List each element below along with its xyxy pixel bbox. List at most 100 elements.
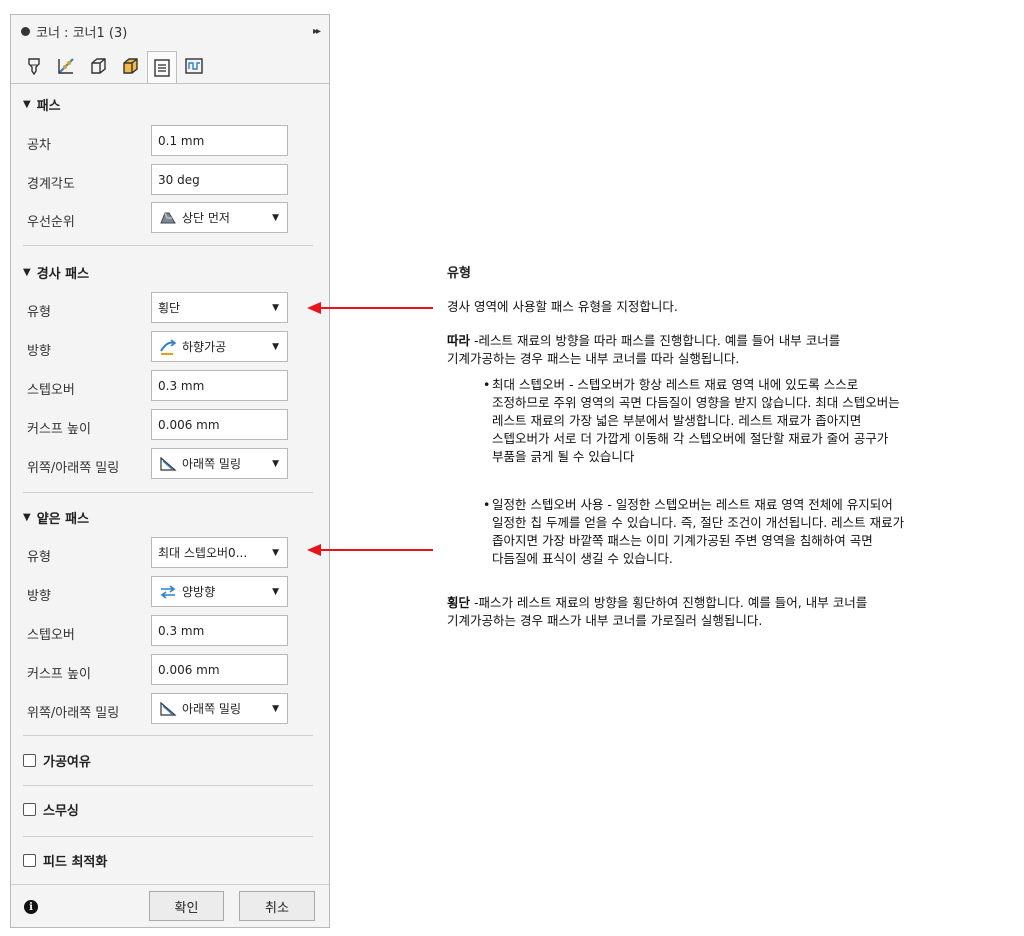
shallow-milling-label: 위쪽/아래쪽 밀링 bbox=[27, 706, 120, 721]
feed-optimization-checkbox[interactable] bbox=[23, 854, 36, 867]
feed-optimization-label: 피드 최적화 bbox=[43, 855, 108, 870]
callout-arrow-steep-type bbox=[307, 302, 433, 314]
down-milling-icon bbox=[160, 701, 177, 716]
boundary-angle-label: 경계각도 bbox=[27, 177, 75, 192]
shallow-stepover-label: 스텝오버 bbox=[27, 628, 75, 643]
down-milling-icon bbox=[160, 456, 177, 471]
tab-heights[interactable] bbox=[83, 51, 113, 81]
shallow-milling-value: 아래쪽 밀링 bbox=[182, 702, 242, 716]
steep-direction-select[interactable]: 하향가공 ▼ bbox=[151, 331, 288, 362]
steep-cusp-input[interactable]: 0.006 mm bbox=[151, 409, 288, 440]
smoothing-label: 스무싱 bbox=[43, 804, 79, 819]
tab-geometry[interactable] bbox=[51, 51, 81, 81]
steep-milling-label: 위쪽/아래쪽 밀링 bbox=[27, 461, 120, 476]
section-divider bbox=[23, 785, 313, 786]
passes-header-label: 패스 bbox=[36, 99, 61, 114]
tab-linking[interactable] bbox=[179, 51, 209, 81]
steep-milling-value: 아래쪽 밀링 bbox=[182, 457, 242, 471]
tab-tool[interactable] bbox=[19, 51, 49, 81]
passes-section-header[interactable]: ▼ 패스 bbox=[23, 95, 61, 114]
help-along-term: 따라 bbox=[447, 333, 471, 348]
bullet2-line: 좁아지면 가장 바깥쪽 패스는 이미 기계가공된 주변 영역을 침해하여 곡면 bbox=[492, 533, 873, 548]
shallow-cusp-value: 0.006 mm bbox=[158, 662, 220, 677]
passes-icon bbox=[154, 58, 170, 77]
dialog-titlebar: 코너 : 코너1 (3) ▸▸ bbox=[11, 15, 329, 47]
help-intro: 경사 영역에 사용할 패스 유형을 지정합니다. bbox=[447, 299, 678, 314]
chevron-down-icon: ▼ bbox=[272, 547, 279, 558]
bullet1-line: 레스트 재료의 가장 넓은 부분에서 발생합니다. 레스트 재료가 좁아지면 bbox=[492, 413, 862, 428]
priority-select[interactable]: 상단 먼저 ▼ bbox=[151, 202, 288, 233]
shallow-stepover-value: 0.3 mm bbox=[158, 623, 205, 638]
shallow-direction-label: 방향 bbox=[27, 589, 51, 604]
steep-stepover-input[interactable]: 0.3 mm bbox=[151, 370, 288, 401]
expand-icon[interactable]: ▸▸ bbox=[313, 26, 321, 37]
cancel-button[interactable]: 취소 bbox=[239, 891, 315, 921]
tolerance-input[interactable]: 0.1 mm bbox=[151, 125, 288, 156]
shallow-milling-select[interactable]: 아래쪽 밀링 ▼ bbox=[151, 693, 288, 724]
callout-arrow-shallow-type bbox=[307, 544, 433, 556]
shallow-cusp-label: 커스프 높이 bbox=[27, 667, 91, 682]
steep-type-select[interactable]: 횡단 ▼ bbox=[151, 292, 288, 323]
chevron-down-icon: ▼ bbox=[272, 458, 279, 469]
ok-button[interactable]: 확인 bbox=[149, 891, 224, 921]
dialog-title: 코너 : 코너1 (3) bbox=[36, 25, 128, 41]
dialog-footer: i 확인 취소 bbox=[11, 884, 329, 927]
help-across-term: 횡단 bbox=[447, 595, 471, 610]
smoothing-section-header[interactable]: 스무싱 bbox=[23, 800, 79, 819]
collapse-triangle-icon: ▼ bbox=[23, 99, 31, 110]
chevron-down-icon: ▼ bbox=[272, 302, 279, 313]
linking-icon bbox=[185, 58, 203, 74]
stock-to-leave-section-header[interactable]: 가공여유 bbox=[23, 751, 91, 770]
shallow-type-select[interactable]: 최대 스텝오버0... ▼ bbox=[151, 537, 288, 568]
both-ways-icon bbox=[160, 584, 176, 599]
steep-passes-section-header[interactable]: ▼ 경사 패스 bbox=[23, 263, 89, 282]
tool-icon bbox=[28, 58, 40, 76]
shallow-passes-header-label: 얕은 패스 bbox=[36, 512, 90, 527]
help-bullet-max-stepover: • 최대 스텝오버 - 스텝오버가 항상 레스트 재료 영역 내에 있도록 스스… bbox=[483, 376, 998, 466]
smoothing-checkbox[interactable] bbox=[23, 803, 36, 816]
geometry-icon bbox=[58, 58, 74, 74]
bullet-dot-icon: • bbox=[483, 377, 491, 392]
bullet1-line: 부품을 긁게 될 수 있습니다 bbox=[492, 449, 635, 464]
steep-milling-select[interactable]: 아래쪽 밀링 ▼ bbox=[151, 448, 288, 479]
steep-cusp-label: 커스프 높이 bbox=[27, 422, 91, 437]
stock-to-leave-checkbox[interactable] bbox=[23, 754, 36, 767]
bullet1-line: 조정하므로 주위 영역의 곡면 다듬질이 영향을 받지 않습니다. 최대 스텝오… bbox=[492, 395, 900, 410]
bullet2-line: 일정한 스텝오버 사용 - 일정한 스텝오버는 레스트 재료 영역 전체에 유지… bbox=[492, 497, 893, 512]
bullet2-line: 다듬질에 표식이 생길 수 있습니다. bbox=[492, 551, 673, 566]
bullet-dot-icon: • bbox=[483, 497, 491, 512]
tab-stock[interactable] bbox=[115, 51, 145, 81]
tab-passes[interactable] bbox=[147, 51, 177, 83]
shallow-direction-select[interactable]: 양방향 ▼ bbox=[151, 576, 288, 607]
help-along-line2: 기계가공하는 경우 패스는 내부 코너를 따라 실행됩니다. bbox=[447, 351, 740, 366]
help-bullet-constant-stepover: • 일정한 스텝오버 사용 - 일정한 스텝오버는 레스트 재료 영역 전체에 … bbox=[483, 496, 998, 568]
collapse-triangle-icon: ▼ bbox=[23, 512, 31, 523]
steep-passes-header-label: 경사 패스 bbox=[36, 267, 90, 282]
steep-direction-label: 방향 bbox=[27, 344, 51, 359]
help-along-paragraph: 따라 -레스트 재료의 방향을 따라 패스를 진행합니다. 예를 들어 내부 코… bbox=[447, 332, 840, 368]
info-icon[interactable]: i bbox=[24, 900, 38, 914]
boundary-angle-input[interactable]: 30 deg bbox=[151, 164, 288, 195]
help-across-line1: -패스가 레스트 재료의 방향을 횡단하여 진행합니다. 예를 들어, 내부 코… bbox=[470, 595, 868, 610]
shallow-passes-section-header[interactable]: ▼ 얕은 패스 bbox=[23, 508, 89, 527]
climb-icon bbox=[160, 338, 177, 355]
steep-stepover-value: 0.3 mm bbox=[158, 378, 205, 393]
heights-icon bbox=[91, 58, 106, 74]
section-divider bbox=[23, 245, 313, 246]
steep-type-value: 횡단 bbox=[158, 301, 181, 315]
shallow-stepover-input[interactable]: 0.3 mm bbox=[151, 615, 288, 646]
steep-type-label: 유형 bbox=[27, 305, 51, 320]
help-title: 유형 bbox=[447, 266, 471, 281]
stock-icon bbox=[123, 58, 138, 74]
stock-to-leave-label: 가공여유 bbox=[43, 755, 91, 770]
bullet2-line: 일정한 칩 두께를 얻을 수 있습니다. 즉, 절단 조건이 개선됩니다. 레스… bbox=[492, 515, 905, 530]
steep-stepover-label: 스텝오버 bbox=[27, 383, 75, 398]
steep-cusp-value: 0.006 mm bbox=[158, 417, 220, 432]
feed-optimization-section-header[interactable]: 피드 최적화 bbox=[23, 851, 107, 870]
boundary-angle-value: 30 deg bbox=[158, 172, 200, 187]
shallow-cusp-input[interactable]: 0.006 mm bbox=[151, 654, 288, 685]
chevron-down-icon: ▼ bbox=[272, 586, 279, 597]
chevron-down-icon: ▼ bbox=[272, 212, 279, 223]
corner-dialog: 코너 : 코너1 (3) ▸▸ ▼ 패스 공차 0.1 mm 경계각도 30 d… bbox=[10, 14, 330, 928]
shallow-direction-value: 양방향 bbox=[182, 585, 216, 599]
